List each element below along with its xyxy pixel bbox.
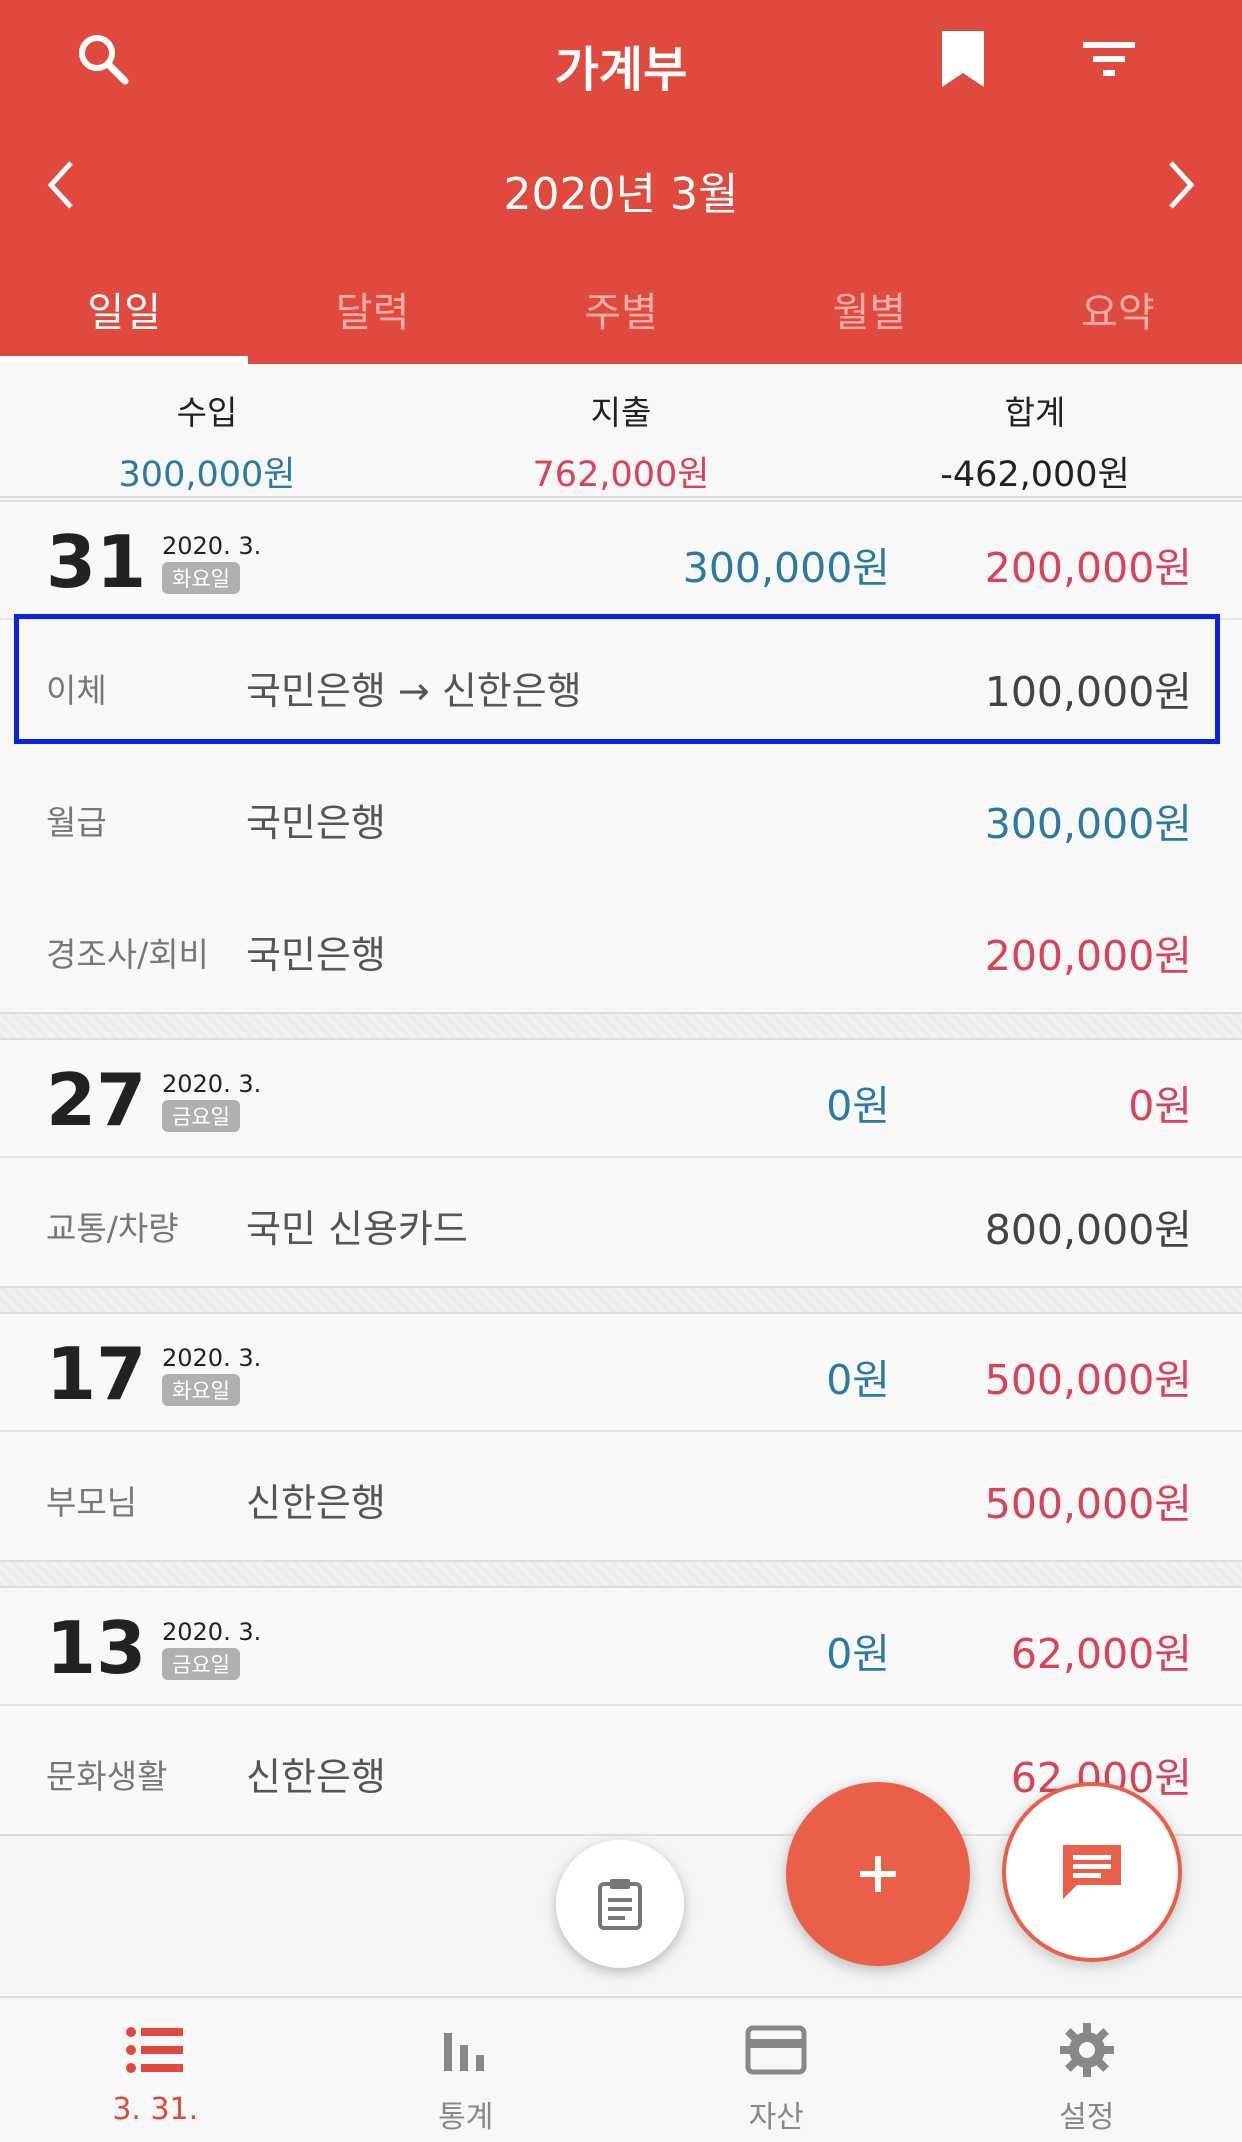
entry-account: 국민은행 xyxy=(246,933,386,977)
chat-button[interactable] xyxy=(1002,1782,1182,1962)
day-header[interactable]: 31 2020. 3. 화요일 300,000원 200,000원 xyxy=(0,502,1242,620)
app-title: 가계부 xyxy=(554,42,688,98)
tab-weekly[interactable]: 주별 xyxy=(497,262,745,364)
day-date: 2020. 3. xyxy=(162,1070,262,1098)
day-group: 31 2020. 3. 화요일 300,000원 200,000원 이체 국민은… xyxy=(0,500,1242,1014)
entry-amount: 100,000원 xyxy=(984,668,1192,716)
entry-account: 국민은행 xyxy=(246,801,386,845)
current-month[interactable]: 2020년 3월 xyxy=(0,158,1242,222)
view-tabs: 일일 달력 주별 월별 요약 xyxy=(0,262,1242,364)
day-income: 0원 xyxy=(826,1082,890,1130)
day-header[interactable]: 17 2020. 3. 화요일 0원 500,000원 xyxy=(0,1314,1242,1432)
month-selector: 2020년 3월 xyxy=(0,140,1242,230)
weekday-badge: 화요일 xyxy=(162,562,240,594)
entry-category: 월급 xyxy=(46,803,107,842)
entry-category: 부모님 xyxy=(46,1483,138,1522)
group-separator xyxy=(0,1014,1242,1038)
nav-label: 3. 31. xyxy=(112,2092,199,2127)
tab-daily[interactable]: 일일 xyxy=(0,262,249,364)
app-header: 가계부 2020년 3월 일일 달력 주별 월별 요약 xyxy=(0,0,1242,364)
day-income: 0원 xyxy=(826,1630,890,1678)
gear-icon xyxy=(932,2020,1242,2080)
list-icon xyxy=(0,2020,311,2080)
filter-icon[interactable] xyxy=(1064,14,1154,104)
entry-amount: 500,000원 xyxy=(984,1480,1192,1528)
transaction-row[interactable]: 경조사/회비 국민은행 200,000원 xyxy=(0,884,1242,1016)
bottom-nav: 3. 31. 통계 자산 설정 xyxy=(0,1996,1242,2142)
day-header[interactable]: 27 2020. 3. 금요일 0원 0원 xyxy=(0,1040,1242,1158)
group-separator xyxy=(0,1288,1242,1312)
day-date: 2020. 3. xyxy=(162,1618,262,1646)
entry-amount: 300,000원 xyxy=(984,800,1192,848)
day-group: 27 2020. 3. 금요일 0원 0원 교통/차량 국민 신용카드 800,… xyxy=(0,1038,1242,1288)
entry-category: 교통/차량 xyxy=(46,1209,179,1248)
day-expense: 0원 xyxy=(1128,1082,1192,1130)
entry-account: 신한은행 xyxy=(246,1755,386,1799)
weekday-badge: 금요일 xyxy=(162,1648,240,1680)
entry-category: 이체 xyxy=(46,671,107,710)
nav-daily[interactable]: 3. 31. xyxy=(0,1998,311,2142)
transaction-row[interactable]: 월급 국민은행 300,000원 xyxy=(0,752,1242,884)
day-date: 2020. 3. xyxy=(162,532,262,560)
entry-account: 국민은행 → 신한은행 xyxy=(246,669,582,713)
day-header[interactable]: 13 2020. 3. 금요일 0원 62,000원 xyxy=(0,1588,1242,1706)
entry-amount: 800,000원 xyxy=(984,1206,1192,1254)
expense-summary: 지출 762,000원 xyxy=(414,364,828,496)
day-expense: 62,000원 xyxy=(1010,1630,1192,1678)
transaction-row[interactable]: 부모님 신한은행 500,000원 xyxy=(0,1432,1242,1564)
day-number: 27 xyxy=(46,1058,147,1142)
entry-amount: 200,000원 xyxy=(984,932,1192,980)
weekday-badge: 화요일 xyxy=(162,1374,240,1406)
clipboard-icon xyxy=(598,1879,642,1930)
memo-button[interactable] xyxy=(556,1840,684,1968)
total-summary: 합계 -462,000원 xyxy=(828,364,1242,496)
weekday-badge: 금요일 xyxy=(162,1100,240,1132)
day-expense: 500,000원 xyxy=(984,1356,1192,1404)
total-label: 합계 xyxy=(1004,393,1066,432)
nav-stats[interactable]: 통계 xyxy=(311,1998,622,2142)
nav-label: 자산 xyxy=(748,2100,804,2135)
chevron-right-icon[interactable] xyxy=(1136,140,1226,230)
day-date: 2020. 3. xyxy=(162,1344,262,1372)
nav-settings[interactable]: 설정 xyxy=(932,1998,1242,2142)
day-number: 13 xyxy=(46,1606,147,1690)
day-number: 31 xyxy=(46,520,147,604)
monthly-summary: 수입 300,000원 지출 762,000원 합계 -462,000원 xyxy=(0,364,1242,498)
day-income: 0원 xyxy=(826,1356,890,1404)
day-income: 300,000원 xyxy=(682,544,890,592)
entry-account: 국민 신용카드 xyxy=(246,1207,468,1251)
expense-label: 지출 xyxy=(590,393,652,432)
entry-category: 경조사/회비 xyxy=(46,935,209,974)
nav-assets[interactable]: 자산 xyxy=(621,1998,932,2142)
tab-summary[interactable]: 요약 xyxy=(994,262,1242,364)
day-expense: 200,000원 xyxy=(984,544,1192,592)
entry-account: 신한은행 xyxy=(246,1481,386,1525)
expense-total: 762,000원 xyxy=(532,455,710,495)
bookmark-icon[interactable] xyxy=(918,14,1008,104)
tab-monthly[interactable]: 월별 xyxy=(745,262,993,364)
tab-calendar[interactable]: 달력 xyxy=(248,262,496,364)
entry-category: 문화생활 xyxy=(46,1757,168,1796)
card-icon xyxy=(621,2020,932,2080)
plus-icon xyxy=(860,1856,896,1892)
day-group: 17 2020. 3. 화요일 0원 500,000원 부모님 신한은행 500… xyxy=(0,1312,1242,1562)
bar-chart-icon xyxy=(311,2020,622,2080)
nav-label: 통계 xyxy=(438,2100,494,2135)
group-separator xyxy=(0,1562,1242,1586)
add-transaction-button[interactable] xyxy=(786,1782,970,1966)
nav-label: 설정 xyxy=(1059,2100,1115,2135)
top-bar: 가계부 xyxy=(0,0,1242,120)
income-label: 수입 xyxy=(176,393,238,432)
day-number: 17 xyxy=(46,1332,147,1416)
income-summary: 수입 300,000원 xyxy=(0,364,414,496)
income-total: 300,000원 xyxy=(118,455,296,495)
chat-icon xyxy=(1063,1845,1121,1899)
net-total: -462,000원 xyxy=(940,455,1130,495)
transaction-row[interactable]: 이체 국민은행 → 신한은행 100,000원 xyxy=(0,620,1242,752)
transaction-row[interactable]: 교통/차량 국민 신용카드 800,000원 xyxy=(0,1158,1242,1290)
